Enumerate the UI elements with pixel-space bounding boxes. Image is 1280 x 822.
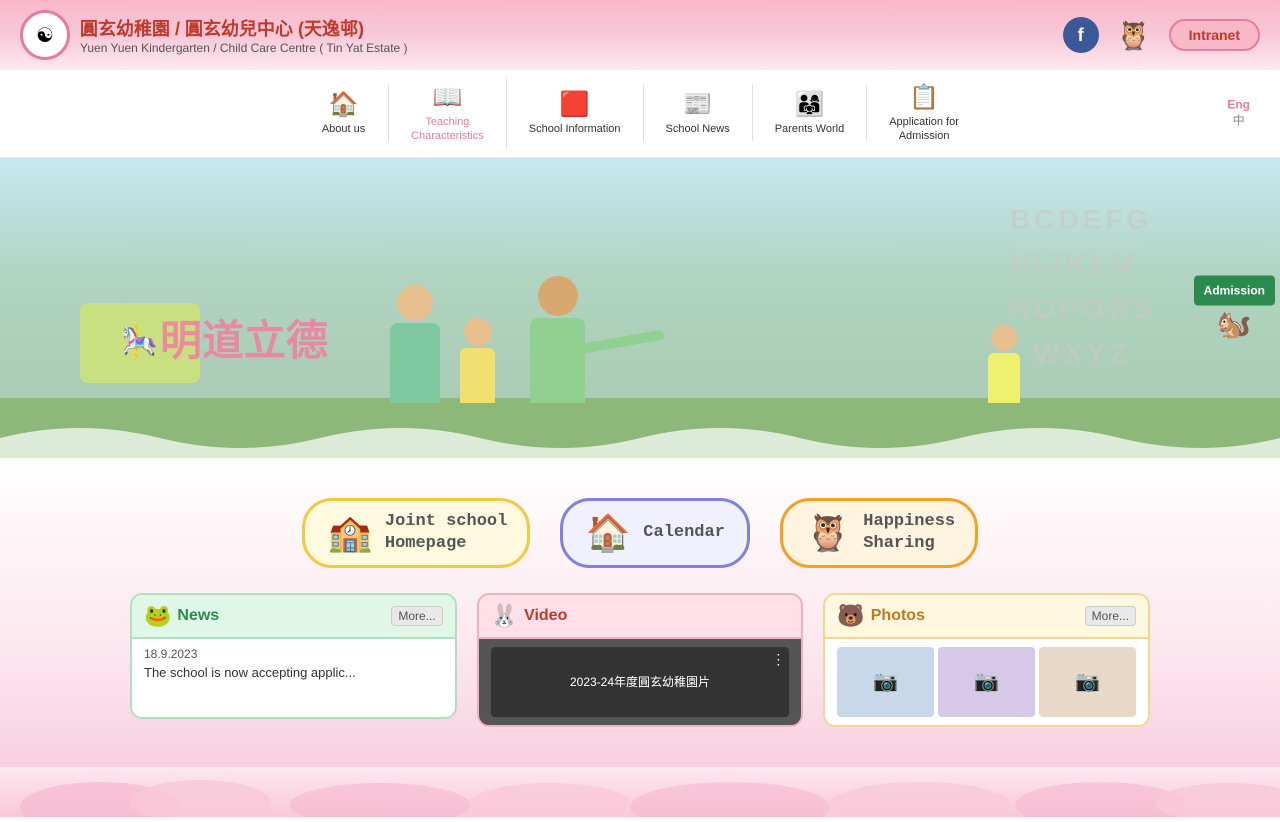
photos-panel-body: 📷 📷 📷: [823, 639, 1150, 727]
cloud-svg: [0, 767, 1280, 817]
photos-panel: 🐻 Photos More... 📷 📷 📷: [823, 593, 1150, 727]
about-us-icon: 🏠: [329, 90, 359, 119]
about-us-label: About us: [322, 122, 365, 136]
photo-grid: 📷 📷 📷: [837, 647, 1136, 717]
teaching-label: TeachingCharacteristics: [411, 115, 484, 144]
squirrel-icon: 🐿️: [1217, 307, 1252, 340]
school-news-icon: 📰: [683, 90, 713, 119]
joint-school-label: Joint schoolHomepage: [385, 511, 507, 555]
quick-link-happiness[interactable]: 🦉 HappinessSharing: [780, 498, 978, 568]
quick-links-row: 🏫 Joint schoolHomepage 🏠 Calendar 🦉 Happ…: [0, 498, 1280, 568]
lang-eng[interactable]: Eng: [1227, 98, 1250, 112]
nav-item-parents-world[interactable]: 👨‍👩‍👧 Parents World: [753, 85, 868, 141]
intranet-button[interactable]: Intranet: [1169, 19, 1260, 51]
photos-bear-icon: 🐻: [837, 603, 864, 629]
figure-adult-1: [390, 323, 440, 403]
video-title-label: Video: [524, 607, 567, 625]
video-thumbnail[interactable]: 2023-24年度圓玄幼稚園片 ⋮: [491, 647, 790, 717]
header-right: f 🦉 Intranet: [1063, 15, 1260, 55]
logo-area: ☯ 圓玄幼稚園 / 圓玄幼兒中心 (天逸邨) Yuen Yuen Kinderg…: [20, 10, 408, 60]
news-header-left: 🐸 News: [144, 603, 219, 629]
school-info-icon: 🟥: [560, 90, 590, 119]
school-info-label: School Information: [529, 122, 621, 136]
header: ☯ 圓玄幼稚園 / 圓玄幼兒中心 (天逸邨) Yuen Yuen Kinderg…: [0, 0, 1280, 70]
logo-subtitle: Yuen Yuen Kindergarten / Child Care Cent…: [80, 41, 408, 55]
parents-world-icon: 👨‍👩‍👧: [795, 90, 825, 119]
nav-item-application[interactable]: 📋 Application forAdmission: [867, 78, 981, 149]
nav-item-about-us[interactable]: 🏠 About us: [299, 85, 389, 141]
admission-board-label[interactable]: Admission: [1194, 275, 1275, 305]
news-panel-body: 18.9.2023 The school is now accepting ap…: [130, 639, 457, 719]
video-panel-body: 2023-24年度圓玄幼稚園片 ⋮: [477, 639, 804, 727]
figure-child: [460, 348, 495, 403]
news-date: 18.9.2023: [144, 647, 443, 661]
video-header-left: 🐰 Video: [491, 603, 568, 629]
facebook-button[interactable]: f: [1063, 17, 1099, 53]
happiness-label: HappinessSharing: [863, 511, 955, 555]
school-news-label: School News: [666, 122, 730, 136]
below-hero-section: 🏫 Joint schoolHomepage 🏠 Calendar 🦉 Happ…: [0, 458, 1280, 767]
hero-chinese-text: 明道立德: [160, 307, 328, 368]
video-bunny-icon: 🐰: [491, 603, 518, 629]
lang-cn[interactable]: 中: [1233, 112, 1245, 129]
photo-item-2[interactable]: 📷: [938, 647, 1035, 717]
nav-item-school-info[interactable]: 🟥 School Information: [507, 85, 644, 141]
application-icon: 📋: [909, 83, 939, 112]
photos-title: Photos: [871, 607, 925, 625]
video-panel-header: 🐰 Video: [477, 593, 804, 639]
news-panel: 🐸 News More... 18.9.2023 The school is n…: [130, 593, 457, 727]
joint-school-icon: 🏫: [325, 512, 375, 554]
logo-text-block: 圓玄幼稚園 / 圓玄幼兒中心 (天逸邨) Yuen Yuen Kindergar…: [80, 15, 408, 55]
quick-link-calendar[interactable]: 🏠 Calendar: [560, 498, 750, 568]
language-switcher: Eng 中: [1227, 98, 1250, 129]
logo-icon: ☯: [20, 10, 70, 60]
calendar-icon: 🏠: [583, 512, 633, 554]
quick-link-joint-school[interactable]: 🏫 Joint schoolHomepage: [302, 498, 530, 568]
pink-clouds-decoration: [0, 767, 1280, 817]
teaching-icon: 📖: [432, 83, 462, 112]
photo-item-1[interactable]: 📷: [837, 647, 934, 717]
photo-item-3[interactable]: 📷: [1039, 647, 1136, 717]
video-menu-icon[interactable]: ⋮: [771, 651, 785, 668]
nav-item-teaching[interactable]: 📖 TeachingCharacteristics: [389, 78, 507, 149]
nav-items: 🏠 About us 📖 TeachingCharacteristics 🟥 S…: [299, 78, 981, 149]
figure-child-2: [988, 353, 1020, 403]
news-title: News: [177, 607, 219, 625]
news-more-button[interactable]: More...: [391, 606, 442, 626]
photos-more-button[interactable]: More...: [1085, 606, 1136, 626]
news-text: The school is now accepting applic...: [144, 665, 443, 680]
news-frog-icon: 🐸: [144, 603, 171, 629]
happiness-icon: 🦉: [803, 512, 853, 554]
navigation-bar: 🏠 About us 📖 TeachingCharacteristics 🟥 S…: [0, 70, 1280, 158]
nav-item-school-news[interactable]: 📰 School News: [644, 85, 753, 141]
hero-banner: BCDEFG HIJKLM NOPQRS WXYZ: [0, 158, 1280, 458]
video-play-area: 2023-24年度圓玄幼稚園片: [565, 673, 715, 690]
figure-adult-2: [530, 318, 585, 403]
video-panel: 🐰 Video 2023-24年度圓玄幼稚園片 ⋮: [477, 593, 804, 727]
logo-title: 圓玄幼稚園 / 圓玄幼兒中心 (天逸邨): [80, 15, 408, 41]
calendar-label: Calendar: [643, 522, 725, 544]
logo-symbol: ☯: [36, 23, 54, 48]
photos-header-left: 🐻 Photos: [837, 603, 925, 629]
photos-panel-header: 🐻 Photos More...: [823, 593, 1150, 639]
application-label: Application forAdmission: [889, 115, 959, 144]
parents-world-label: Parents World: [775, 122, 845, 136]
bottom-panels: 🐸 News More... 18.9.2023 The school is n…: [0, 593, 1280, 747]
admission-side-button[interactable]: Admission 🐿️: [1194, 275, 1275, 340]
hero-scene: BCDEFG HIJKLM NOPQRS WXYZ: [0, 158, 1280, 458]
news-panel-header: 🐸 News More...: [130, 593, 457, 639]
owl-mascot: 🦉: [1114, 15, 1154, 55]
hero-wave: [0, 418, 1280, 458]
